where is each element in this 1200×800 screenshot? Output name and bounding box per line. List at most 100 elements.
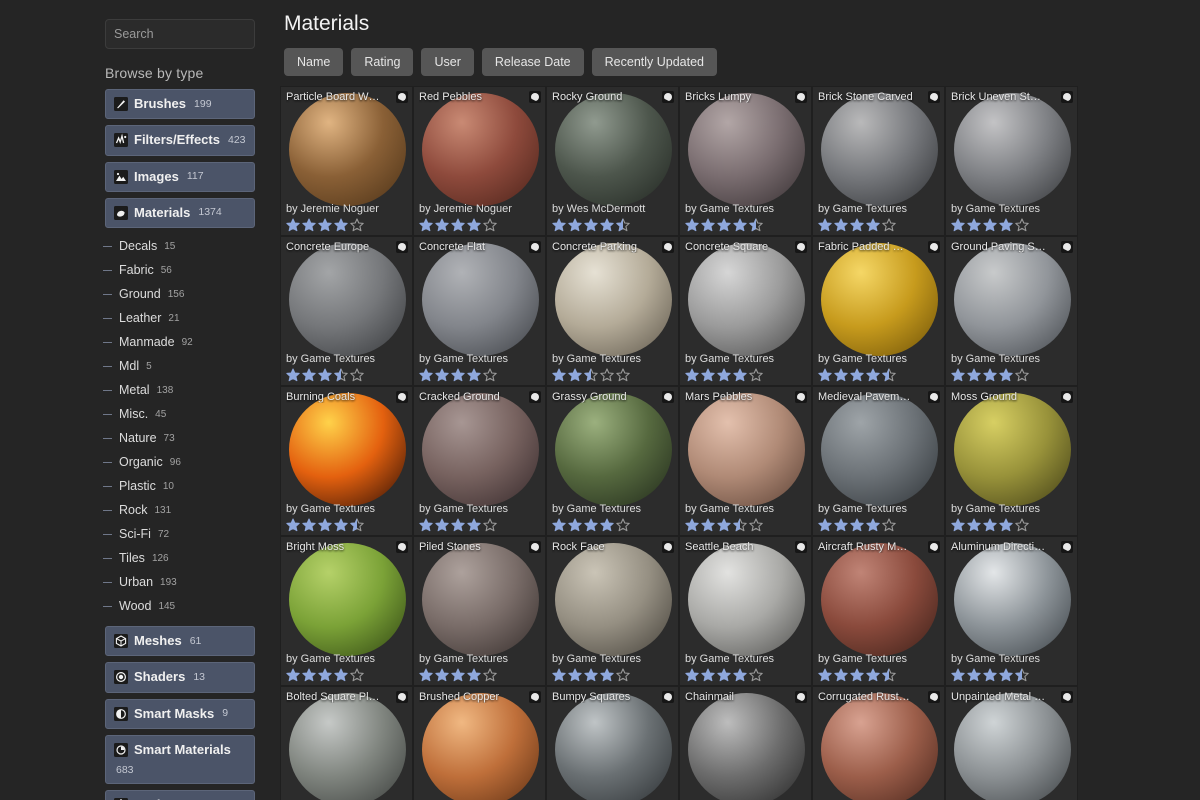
material-card[interactable]: Aluminum Directi… by Game Textures [945,536,1078,686]
sidebar-item-filters-effects[interactable]: Filters/Effects 423 [105,125,255,156]
material-thumbnail[interactable] [289,393,406,506]
material-thumbnail[interactable] [422,393,539,506]
material-card[interactable]: Brushed Copper [413,686,546,800]
sort-button-name[interactable]: Name [284,48,344,76]
material-rating-stars[interactable] [419,667,540,682]
material-thumbnail[interactable] [555,243,672,356]
material-card[interactable]: Cracked Ground by Game Textures [413,386,546,536]
subcategory-item-sci-fi[interactable]: Sci-Fi 72 [103,522,262,546]
material-card[interactable]: Concrete Parking by Game Textures [546,236,679,386]
subcategory-item-wood[interactable]: Wood 145 [103,594,262,618]
material-card[interactable]: Particle Board W… by Jeremie Noguer [280,86,413,236]
material-thumbnail[interactable] [289,93,406,206]
sidebar-item-tools[interactable]: Tools13 [105,790,255,800]
material-card[interactable]: Moss Ground by Game Textures [945,386,1078,536]
material-card[interactable]: Aircraft Rusty M… by Game Textures [812,536,945,686]
material-rating-stars[interactable] [552,367,673,382]
material-rating-stars[interactable] [951,367,1072,382]
material-rating-stars[interactable] [685,367,806,382]
material-card[interactable]: Ground Paving S… by Game Textures [945,236,1078,386]
material-card[interactable]: Red Pebbles by Jeremie Noguer [413,86,546,236]
subcategory-item-rock[interactable]: Rock 131 [103,498,262,522]
material-rating-stars[interactable] [552,217,673,232]
subcategory-item-leather[interactable]: Leather 21 [103,306,262,330]
material-thumbnail[interactable] [289,243,406,356]
material-thumbnail[interactable] [289,543,406,656]
subcategory-item-nature[interactable]: Nature 73 [103,426,262,450]
material-thumbnail[interactable] [555,93,672,206]
material-rating-stars[interactable] [685,217,806,232]
sort-button-rating[interactable]: Rating [351,48,414,76]
sidebar-item-images[interactable]: Images 117 [105,161,255,192]
material-card[interactable]: Unpainted Metal … [945,686,1078,800]
sort-button-release-date[interactable]: Release Date [481,48,584,76]
material-card[interactable]: Brick Stone Carved by Game Textures [812,86,945,236]
material-card[interactable]: Burning Coals by Game Textures [280,386,413,536]
material-thumbnail[interactable] [555,693,672,800]
material-rating-stars[interactable] [419,367,540,382]
material-rating-stars[interactable] [419,217,540,232]
material-rating-stars[interactable] [552,667,673,682]
material-thumbnail[interactable] [821,243,938,356]
material-thumbnail[interactable] [821,393,938,506]
material-card[interactable]: Concrete Europe by Game Textures [280,236,413,386]
material-card[interactable]: Bolted Square Pl… [280,686,413,800]
subcategory-item-plastic[interactable]: Plastic 10 [103,474,262,498]
sidebar-item-smart-masks[interactable]: Smart Masks 9 [105,698,255,729]
material-thumbnail[interactable] [289,693,406,800]
material-thumbnail[interactable] [555,543,672,656]
material-thumbnail[interactable] [422,93,539,206]
material-thumbnail[interactable] [821,693,938,800]
material-rating-stars[interactable] [818,367,939,382]
material-thumbnail[interactable] [954,243,1071,356]
material-thumbnail[interactable] [555,393,672,506]
material-rating-stars[interactable] [419,517,540,532]
sort-button-recently-updated[interactable]: Recently Updated [591,48,718,76]
material-rating-stars[interactable] [685,517,806,532]
material-card[interactable]: Bumpy Squares [546,686,679,800]
material-thumbnail[interactable] [688,543,805,656]
material-card[interactable]: Fabric Padded … by Game Textures [812,236,945,386]
material-card[interactable]: Mars Pebbles by Game Textures [679,386,812,536]
material-card[interactable]: Concrete Flat by Game Textures [413,236,546,386]
subcategory-item-urban[interactable]: Urban 193 [103,570,262,594]
vertical-scrollbar[interactable] [1196,0,1200,800]
material-rating-stars[interactable] [818,667,939,682]
material-card[interactable]: Medieval Pavem… by Game Textures [812,386,945,536]
material-card[interactable]: Rocky Ground by Wes McDermott [546,86,679,236]
material-rating-stars[interactable] [685,667,806,682]
subcategory-item-mdl[interactable]: Mdl 5 [103,354,262,378]
material-rating-stars[interactable] [951,517,1072,532]
subcategory-item-organic[interactable]: Organic 96 [103,450,262,474]
material-thumbnail[interactable] [422,693,539,800]
sidebar-item-smart-materials[interactable]: Smart Materials 683 [105,734,255,785]
material-card[interactable]: Piled Stones by Game Textures [413,536,546,686]
subcategory-item-ground[interactable]: Ground 156 [103,282,262,306]
search-bar[interactable] [105,19,255,49]
material-thumbnail[interactable] [954,393,1071,506]
material-card[interactable]: Concrete Square by Game Textures [679,236,812,386]
material-rating-stars[interactable] [552,517,673,532]
material-thumbnail[interactable] [954,93,1071,206]
material-rating-stars[interactable] [286,217,407,232]
sidebar-item-brushes[interactable]: Brushes 199 [105,89,255,120]
material-rating-stars[interactable] [951,217,1072,232]
material-rating-stars[interactable] [286,517,407,532]
material-thumbnail[interactable] [821,543,938,656]
material-rating-stars[interactable] [286,667,407,682]
material-card[interactable]: Corrugated Rust… [812,686,945,800]
material-rating-stars[interactable] [286,367,407,382]
material-rating-stars[interactable] [951,667,1072,682]
material-rating-stars[interactable] [818,217,939,232]
sidebar-item-meshes[interactable]: Meshes 61 [105,626,255,657]
sidebar-item-materials[interactable]: Materials 1374 [105,197,255,228]
material-card[interactable]: Grassy Ground by Game Textures [546,386,679,536]
material-thumbnail[interactable] [422,243,539,356]
sidebar-item-shaders[interactable]: Shaders 13 [105,662,255,693]
material-card[interactable]: Bricks Lumpy by Game Textures [679,86,812,236]
material-thumbnail[interactable] [954,543,1071,656]
material-thumbnail[interactable] [821,93,938,206]
material-card[interactable]: Bright Moss by Game Textures [280,536,413,686]
subcategory-item-fabric[interactable]: Fabric 56 [103,258,262,282]
material-rating-stars[interactable] [818,517,939,532]
